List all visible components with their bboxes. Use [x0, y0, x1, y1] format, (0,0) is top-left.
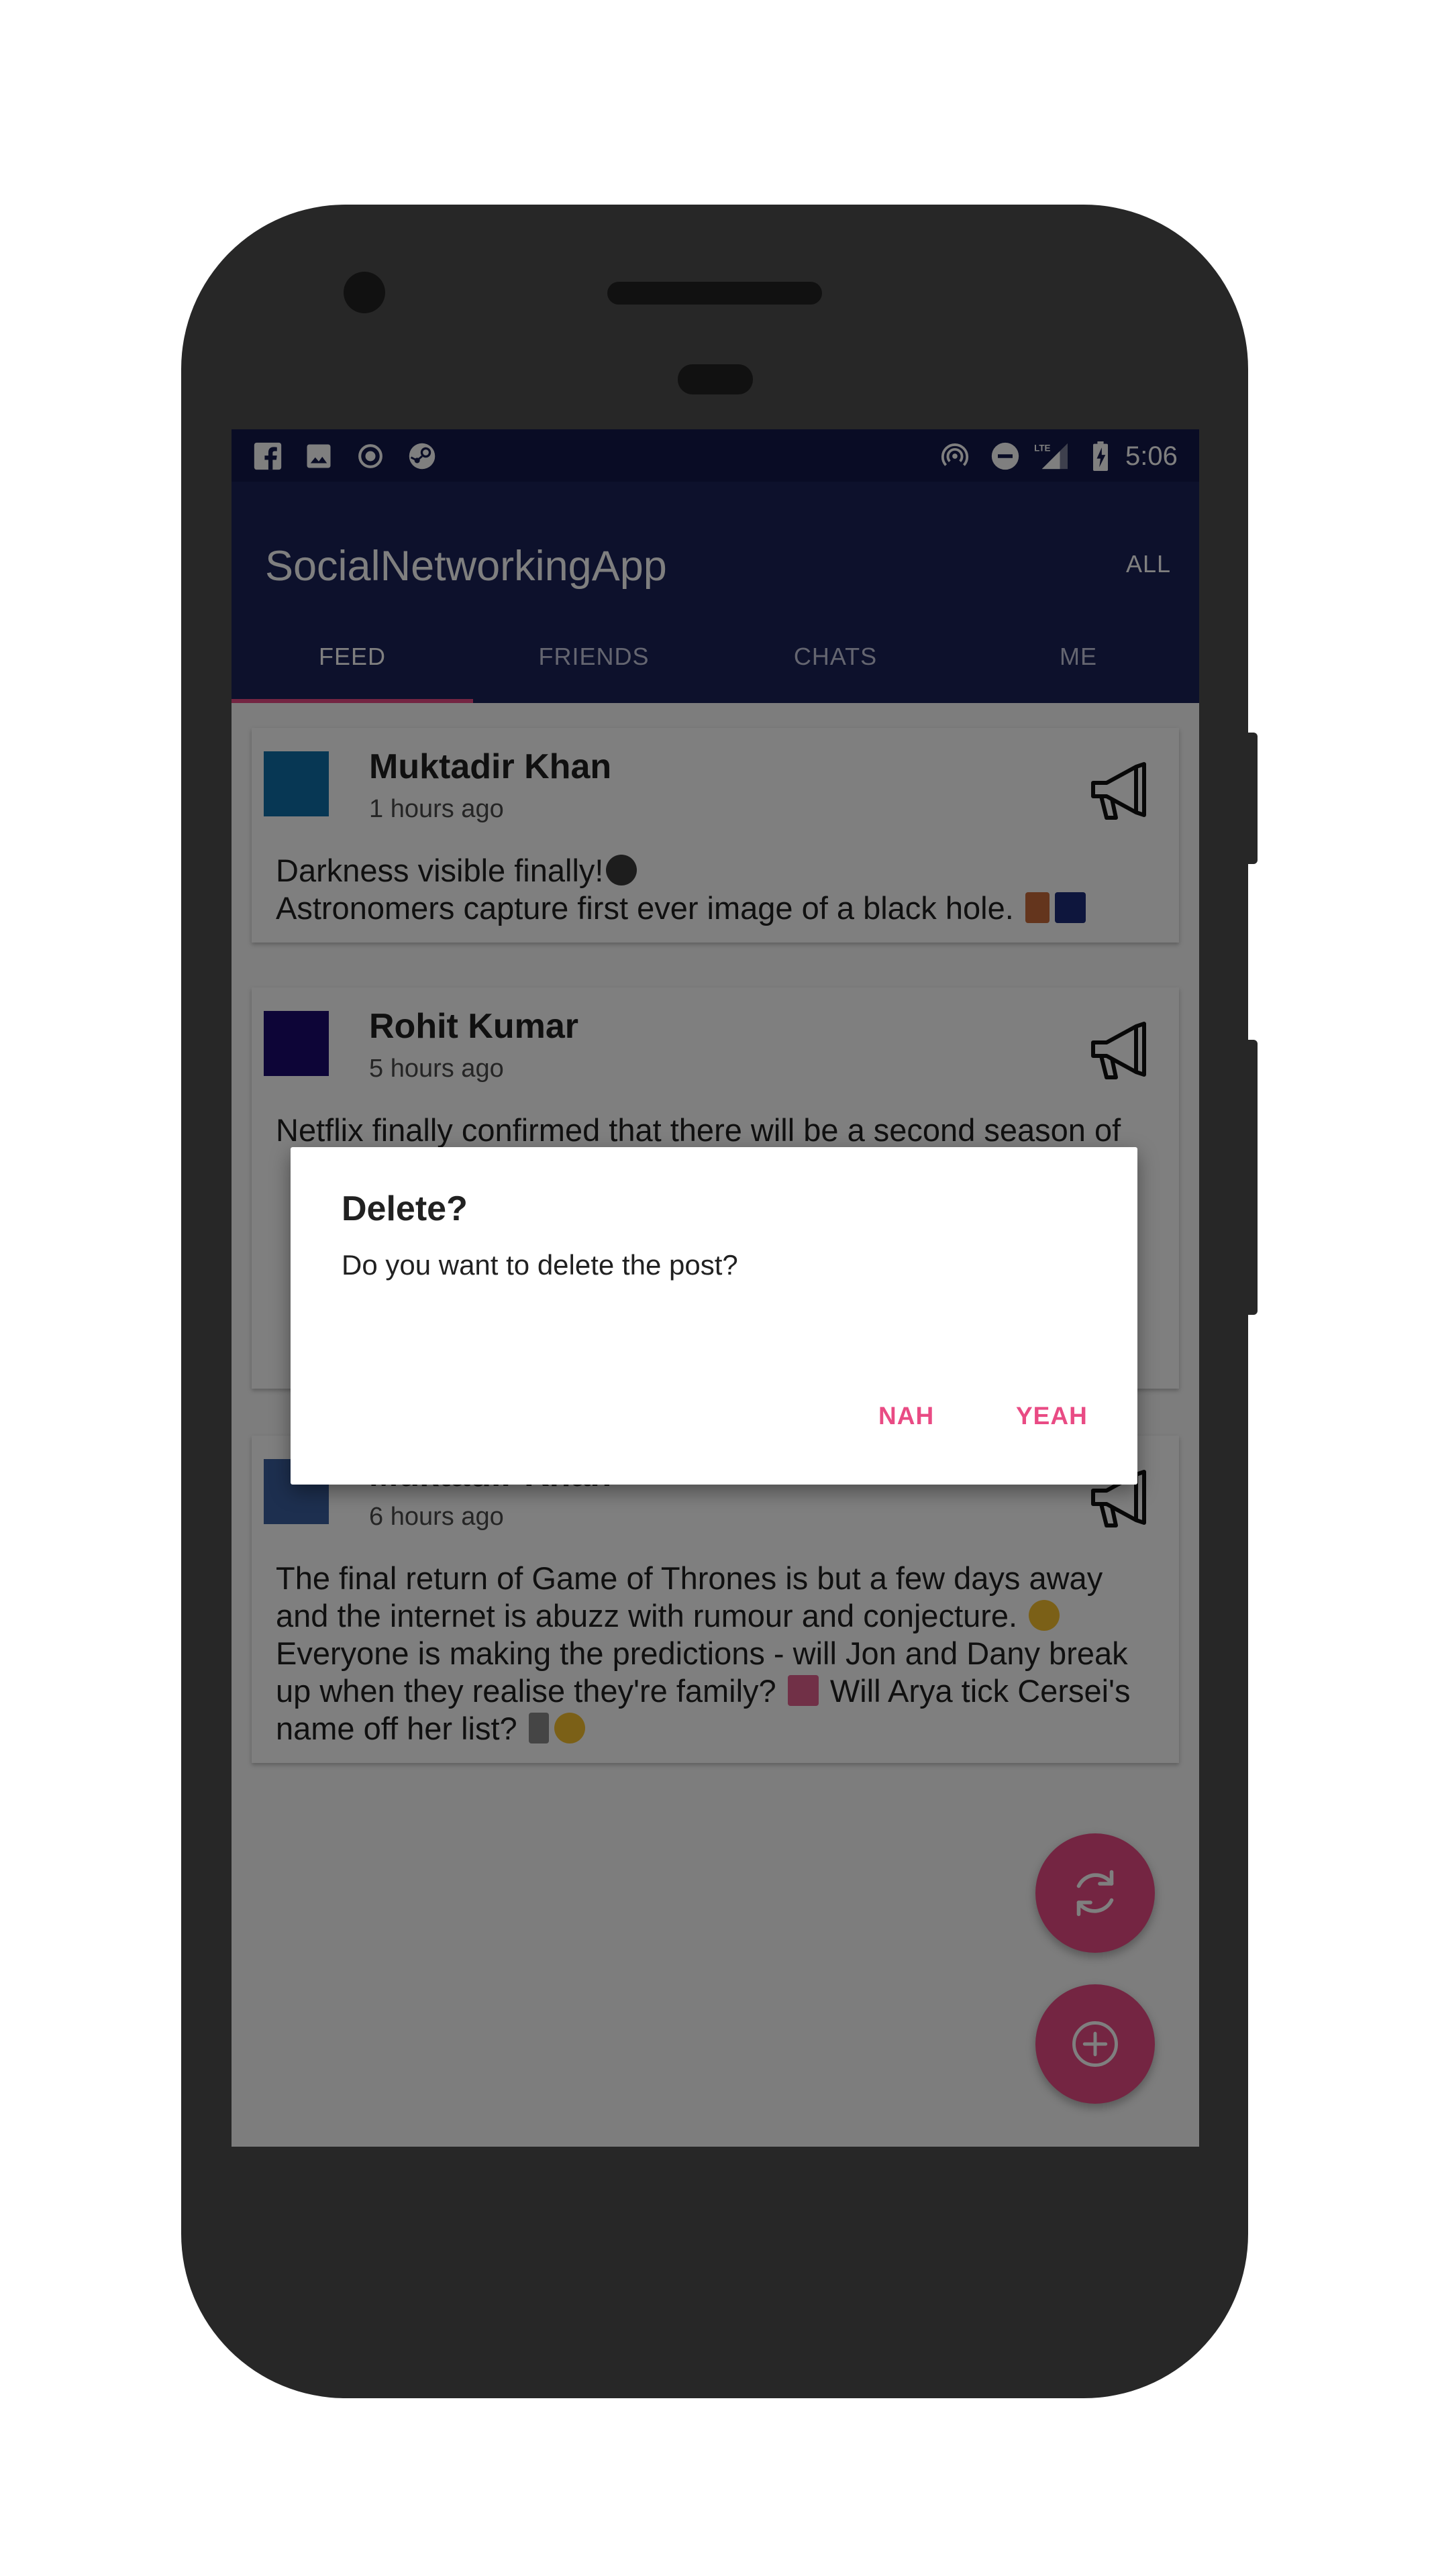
volume-button [1247, 1040, 1258, 1315]
dialog-message: Do you want to delete the post? [342, 1249, 738, 1281]
power-button [1247, 733, 1258, 864]
delete-dialog: Delete? Do you want to delete the post? … [291, 1147, 1137, 1485]
proximity-sensor [678, 364, 753, 394]
earpiece-speaker [607, 282, 822, 305]
screen: LTE 5:06 SocialNetworkingApp ALL FEED FR… [232, 429, 1199, 2147]
dialog-title: Delete? [342, 1189, 468, 1228]
front-camera [344, 272, 385, 313]
nah-button[interactable]: NAH [878, 1402, 934, 1430]
yeah-button[interactable]: YEAH [1016, 1402, 1088, 1430]
